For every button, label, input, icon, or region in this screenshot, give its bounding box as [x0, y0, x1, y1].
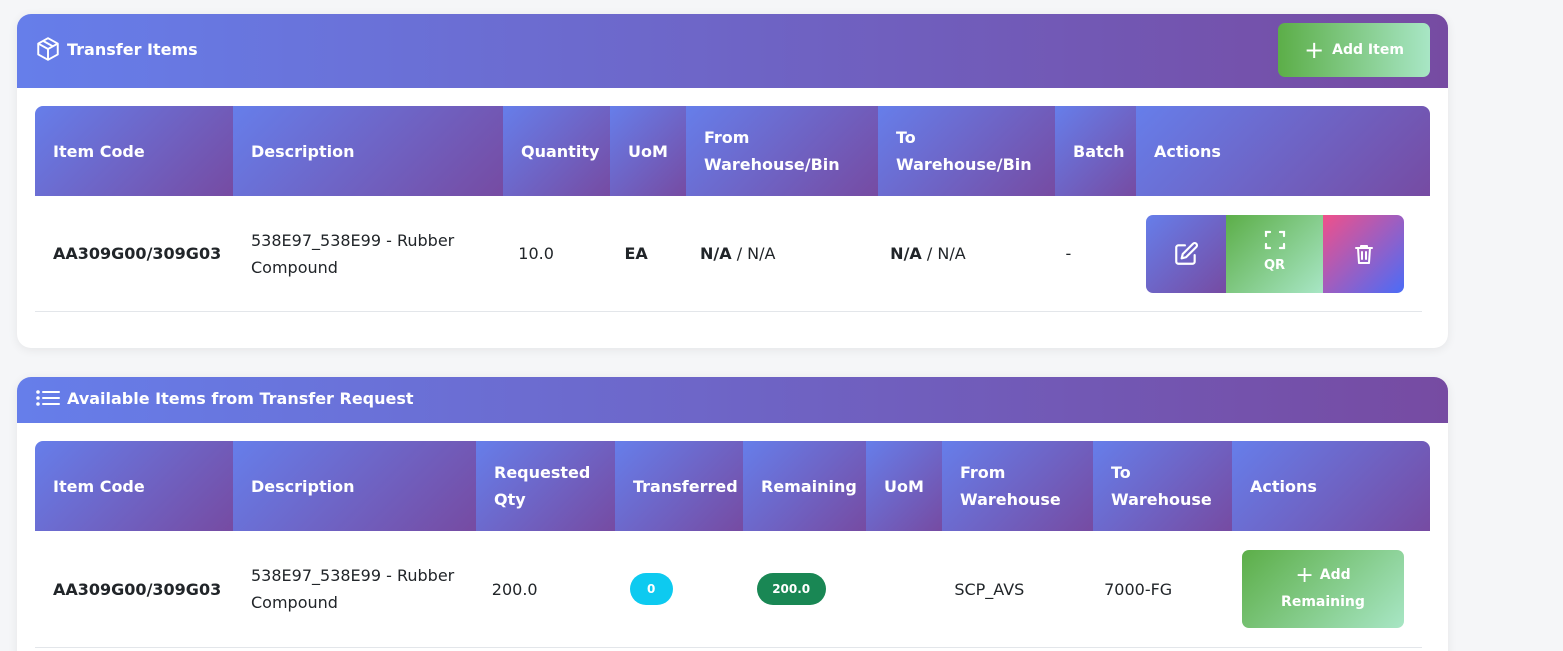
- item-code-cell: AA309G00/309G03: [53, 244, 222, 263]
- from-warehouse-cell: SCP_AVS: [954, 579, 1025, 599]
- add-item-label: Add Item: [1332, 42, 1404, 58]
- quantity-cell: 10.0: [518, 244, 554, 263]
- col-item-code: Item Code: [35, 106, 233, 196]
- qr-label: QR: [1263, 258, 1286, 273]
- edit-button[interactable]: [1146, 214, 1226, 293]
- col-quantity: Quantity: [503, 106, 610, 196]
- transfer-items-title: Transfer Items: [35, 36, 198, 62]
- table-row: AA309G00/309G03 538E97_538E99 - Rubber C…: [35, 531, 1422, 648]
- qr-button[interactable]: QR: [1226, 214, 1323, 293]
- col-actions: Actions: [1136, 106, 1430, 196]
- edit-icon: [1175, 241, 1198, 265]
- add-remaining-label-1: Add: [1319, 567, 1351, 583]
- delete-button[interactable]: [1323, 214, 1404, 293]
- box-icon: [37, 37, 59, 61]
- transfer-items-header: Transfer Items + Add Item: [17, 14, 1448, 88]
- to-warehouse-cell: 7000-FG: [1104, 579, 1173, 599]
- transfer-items-title-text: Transfer Items: [67, 39, 198, 59]
- col-description: Description: [233, 441, 476, 531]
- transferred-cell: 0: [612, 573, 739, 605]
- col-from-warehouse: From Warehouse: [942, 441, 1093, 531]
- transfer-items-table: Item Code Description Quantity UoM From W…: [35, 106, 1430, 312]
- action-button-group: QR: [1146, 214, 1404, 293]
- available-items-table: Item Code Description Requested Qty Trans…: [35, 441, 1430, 648]
- col-remaining: Remaining: [743, 441, 866, 531]
- available-items-header: Available Items from Transfer Request: [17, 377, 1448, 423]
- requested-qty-cell: 200.0: [491, 579, 538, 599]
- available-items-title-text: Available Items from Transfer Request: [67, 388, 414, 408]
- col-item-code: Item Code: [35, 441, 233, 531]
- col-requested-qty: Requested Qty: [476, 441, 615, 531]
- col-uom: UoM: [866, 441, 942, 531]
- col-from-warehouse-bin: From Warehouse/Bin: [686, 106, 878, 196]
- available-items-card: Available Items from Transfer Request It…: [17, 377, 1448, 651]
- col-actions: Actions: [1232, 441, 1430, 531]
- remaining-cell: 200.0: [739, 573, 861, 605]
- to-warehouse-cell: N/A / N/A: [890, 244, 966, 263]
- col-to-warehouse: To Warehouse: [1093, 441, 1232, 531]
- table-row: AA309G00/309G03 538E97_538E99 - Rubber C…: [35, 196, 1422, 312]
- from-warehouse-cell: N/A / N/A: [699, 244, 776, 263]
- available-items-title: Available Items from Transfer Request: [35, 387, 414, 409]
- col-batch: Batch: [1055, 106, 1136, 196]
- plus-icon: +: [1295, 563, 1314, 588]
- add-item-button[interactable]: + Add Item: [1278, 23, 1430, 77]
- col-description: Description: [233, 106, 503, 196]
- transfer-items-card: Transfer Items + Add Item Item Code Desc…: [17, 14, 1448, 348]
- add-remaining-button[interactable]: + Add Remaining: [1241, 550, 1404, 628]
- plus-icon: +: [1304, 36, 1325, 64]
- actions-cell: + Add Remaining: [1224, 550, 1422, 628]
- list-icon: [36, 390, 60, 406]
- available-items-table-header: Item Code Description Requested Qty Trans…: [35, 441, 1430, 531]
- qr-scan-icon: [1264, 230, 1285, 250]
- transfer-items-table-header: Item Code Description Quantity UoM From W…: [35, 106, 1430, 196]
- col-to-warehouse-bin: To Warehouse/Bin: [878, 106, 1055, 196]
- item-code-cell: AA309G00/309G03: [53, 579, 222, 599]
- uom-cell: EA: [624, 244, 648, 263]
- trash-icon: [1354, 244, 1373, 264]
- transferred-badge: 0: [629, 573, 673, 605]
- add-remaining-label-2: Remaining: [1281, 594, 1365, 610]
- remaining-badge: 200.0: [756, 573, 826, 605]
- batch-cell: -: [1065, 244, 1072, 263]
- description-cell: 538E97_538E99 - Rubber Compound: [251, 566, 455, 612]
- col-uom: UoM: [610, 106, 686, 196]
- col-transferred: Transferred: [615, 441, 743, 531]
- description-cell: 538E97_538E99 - Rubber Compound: [251, 230, 455, 277]
- actions-cell: QR: [1128, 214, 1422, 293]
